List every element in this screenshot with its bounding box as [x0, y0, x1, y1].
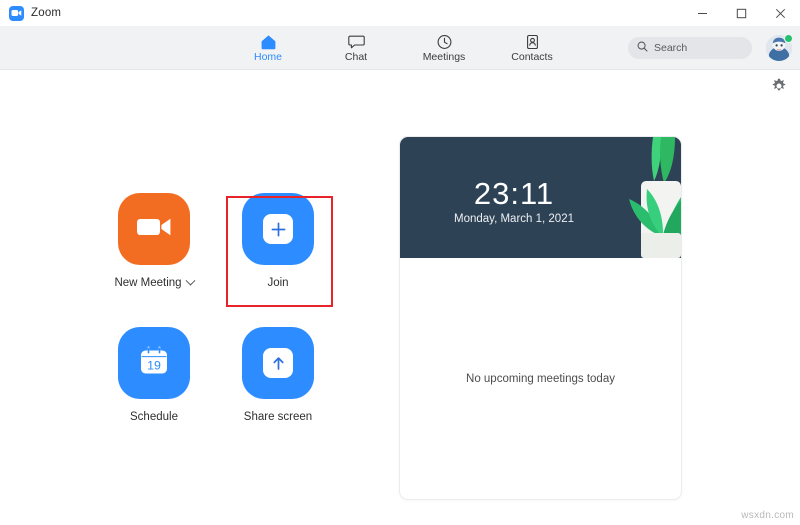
title-bar: Zoom [0, 0, 800, 26]
schedule-tile[interactable]: 19 [118, 327, 190, 399]
empty-state-text: No upcoming meetings today [466, 373, 615, 385]
tab-contacts-label: Contacts [511, 51, 553, 63]
tab-home[interactable]: Home [237, 27, 299, 69]
contact-card-icon [524, 33, 541, 50]
tab-chat[interactable]: Chat [325, 27, 387, 69]
share-screen-button[interactable]: Share screen [231, 327, 325, 423]
title-bar-app: Zoom [0, 5, 62, 21]
upcoming-meetings-card: 23:11 Monday, March 1, 2021 No upcoming … [399, 136, 682, 500]
share-screen-tile[interactable] [242, 327, 314, 399]
search-icon [637, 39, 648, 57]
new-meeting-label: New Meeting [114, 277, 182, 289]
avatar[interactable] [766, 34, 793, 61]
search-input[interactable] [654, 42, 746, 54]
maximize-icon[interactable] [722, 0, 761, 26]
action-row-top: New Meeting Join [107, 193, 357, 289]
tab-meetings[interactable]: Meetings [413, 27, 475, 69]
join-tile[interactable] [242, 193, 314, 265]
clock-date: Monday, March 1, 2021 [454, 212, 574, 225]
status-badge [784, 34, 793, 43]
close-icon[interactable] [761, 0, 800, 26]
tab-contacts[interactable]: Contacts [501, 27, 563, 69]
new-meeting-button[interactable]: New Meeting [107, 193, 201, 289]
new-meeting-label-wrap: New Meeting [114, 275, 196, 289]
clock-icon [436, 33, 453, 50]
window-title: Zoom [31, 7, 62, 19]
join-button[interactable]: Join [231, 193, 325, 289]
action-row-bottom: 19 Schedule Share screen [107, 327, 357, 423]
clock-area: 23:11 Monday, March 1, 2021 [400, 137, 628, 258]
watermark: wsxdn.com [741, 510, 794, 521]
meetings-empty-state: No upcoming meetings today [400, 258, 681, 499]
arrow-up-icon [263, 348, 293, 378]
schedule-label: Schedule [130, 411, 178, 423]
clock-banner: 23:11 Monday, March 1, 2021 [400, 137, 681, 258]
calendar-day-number: 19 [147, 358, 161, 372]
schedule-button[interactable]: 19 Schedule [107, 327, 201, 423]
tab-chat-label: Chat [344, 51, 368, 63]
schedule-label-wrap: Schedule [130, 411, 178, 423]
window-controls [683, 0, 800, 26]
search-box[interactable] [628, 37, 752, 59]
plus-icon [263, 214, 293, 244]
clock-time: 23:11 [473, 175, 555, 211]
join-label-wrap: Join [267, 277, 288, 289]
minimize-icon[interactable] [683, 0, 722, 26]
action-grid: New Meeting Join 19 Schedule Share scree… [107, 193, 357, 423]
nav-tabs: Home Chat Meetings Contacts [237, 26, 563, 70]
home-icon [260, 33, 277, 50]
potted-plant-illustration [619, 137, 681, 258]
tab-meetings-label: Meetings [422, 51, 466, 63]
zoom-app-window: Zoom Home Chat Meetings Contacts Search … [0, 0, 800, 525]
chat-bubble-icon [347, 33, 365, 50]
tab-home-label: Home [253, 51, 282, 63]
chevron-down-icon[interactable] [185, 275, 196, 286]
share-screen-label-wrap: Share screen [244, 411, 312, 423]
main-navigation-bar: Home Chat Meetings Contacts Search [0, 26, 800, 70]
join-label: Join [267, 277, 289, 289]
zoom-camera-icon [9, 5, 24, 21]
share-screen-label: Share screen [243, 411, 313, 423]
video-camera-icon [136, 215, 172, 244]
new-meeting-tile[interactable] [118, 193, 190, 265]
calendar-icon: 19 [137, 344, 171, 383]
gear-icon[interactable] [770, 77, 788, 95]
